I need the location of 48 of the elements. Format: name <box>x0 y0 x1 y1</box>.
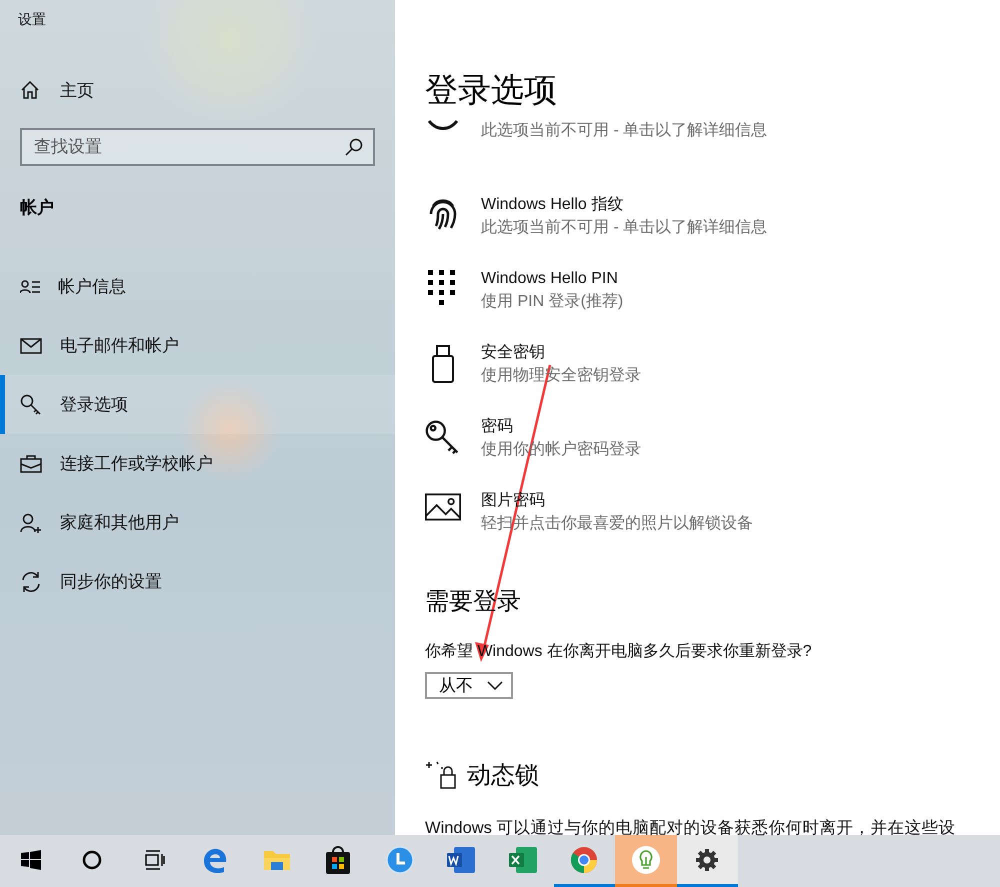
sync-icon <box>20 570 42 592</box>
mail-icon <box>20 338 42 354</box>
smile-arc-icon <box>426 119 460 131</box>
windows-logo-icon <box>20 850 41 870</box>
briefcase-icon <box>20 454 42 472</box>
search-icon <box>345 138 363 156</box>
nav-item[interactable]: 家庭和其他用户 <box>0 493 395 552</box>
home-icon <box>20 80 40 100</box>
picture-icon <box>425 492 461 522</box>
keypad-icon <box>428 270 458 306</box>
chevron-down-icon <box>487 681 503 690</box>
task-view-icon <box>142 850 165 870</box>
option-description: 使用 PIN 登录(推荐) <box>481 292 624 312</box>
option-title[interactable]: Windows Hello PIN <box>481 267 624 290</box>
dropdown[interactable]: 从不 <box>425 672 513 699</box>
window-title: 设置 <box>17 10 47 29</box>
person-add-icon <box>20 512 42 532</box>
option-description: 轻扫并点击你最喜爱的照片以解锁设备 <box>481 514 753 534</box>
nav-item[interactable]: 帐户信息 <box>0 257 395 316</box>
excel-sheet-icon <box>508 846 538 874</box>
sparkle-lock-icon <box>425 760 457 790</box>
circle-icon <box>82 850 102 870</box>
nav-item[interactable]: 同步你的设置 <box>0 552 395 611</box>
option-title[interactable]: Windows Hello 指纹 <box>481 193 768 216</box>
clock-icon <box>386 846 414 874</box>
option-description: 此选项当前不可用 - 单击以了解详细信息 <box>481 218 768 238</box>
nav-item[interactable]: 电子邮件和帐户 <box>0 316 395 375</box>
person-list-icon <box>20 278 40 294</box>
word-doc-icon <box>446 846 476 874</box>
lightbulb-icon <box>630 844 661 874</box>
usb-key-icon <box>431 344 455 384</box>
option-description: 此选项当前不可用 - 单击以了解详细信息 <box>481 120 768 141</box>
settings-icon <box>695 848 720 872</box>
nav-item[interactable]: 连接工作或学校帐户 <box>0 434 395 493</box>
option-title[interactable]: 安全密钥 <box>481 341 641 364</box>
taskbar-button[interactable] <box>676 835 738 887</box>
home-link[interactable]: 主页 <box>0 70 114 110</box>
edge-icon <box>202 846 228 872</box>
store-bag-icon <box>325 846 352 874</box>
section-heading: 帐户 <box>19 197 55 219</box>
option-title[interactable]: 密码 <box>481 415 641 438</box>
key-icon <box>20 394 42 416</box>
chrome-logo-icon <box>570 846 598 874</box>
section-heading: 动态锁 <box>467 761 539 791</box>
page-title: 登录选项 <box>425 70 557 110</box>
description-text: Windows 可以通过与你的电脑配对的设备获悉你何时离开，并在这些设 <box>425 818 957 839</box>
search-field[interactable]: 查找设置 <box>20 128 375 166</box>
nav-item[interactable]: 登录选项 <box>0 375 395 434</box>
